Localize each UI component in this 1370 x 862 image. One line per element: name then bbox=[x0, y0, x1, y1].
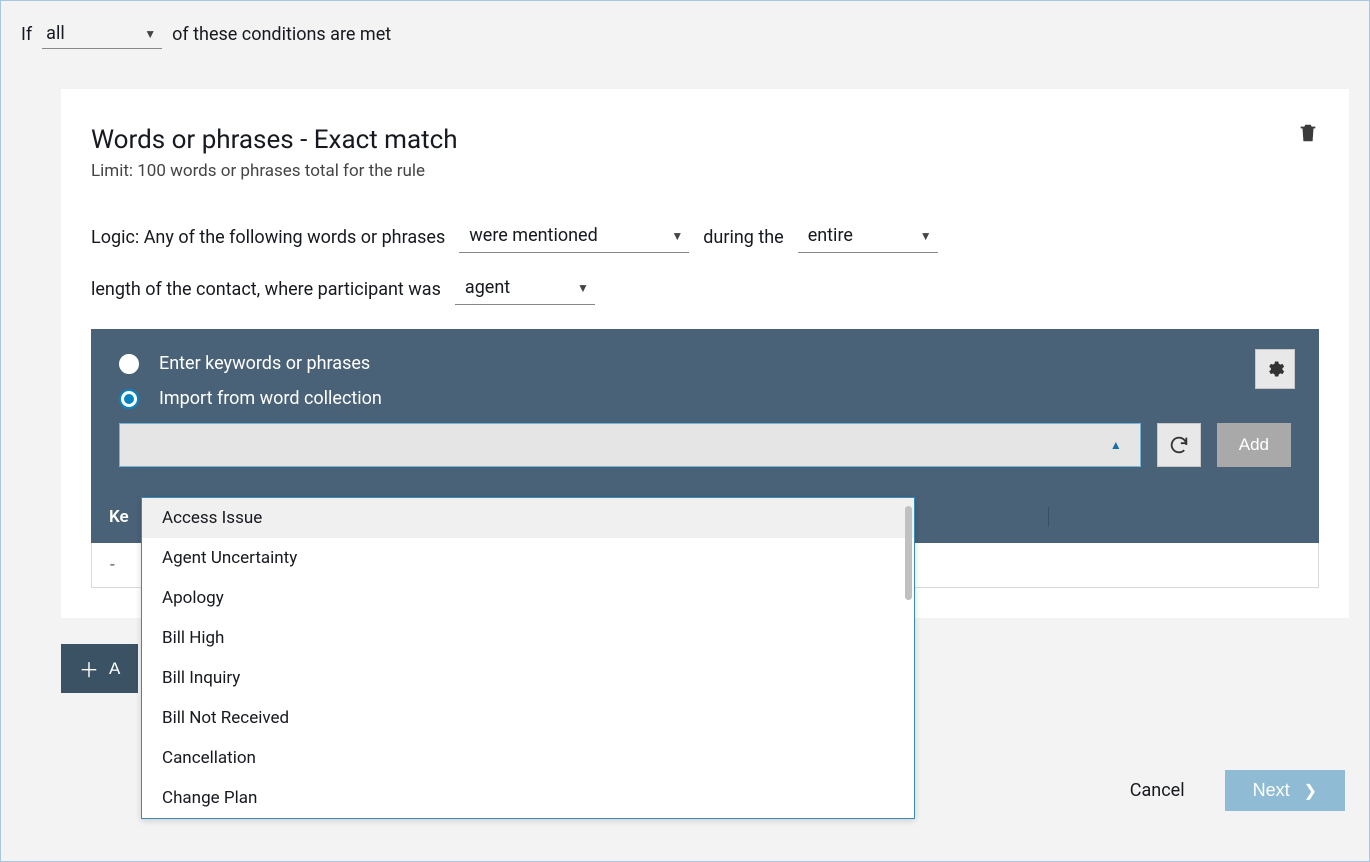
during-text: during the bbox=[703, 227, 783, 248]
refresh-button[interactable] bbox=[1157, 423, 1201, 467]
card-title: Words or phrases - Exact match bbox=[91, 125, 1319, 155]
add-condition-button[interactable]: ＋ A bbox=[61, 644, 138, 693]
radio-import-row[interactable]: Import from word collection bbox=[119, 388, 1291, 409]
collection-combobox[interactable]: ▲ bbox=[119, 423, 1141, 467]
condition-suffix: of these conditions are met bbox=[172, 24, 391, 45]
radio-import[interactable] bbox=[119, 389, 139, 409]
radio-enter-label: Enter keywords or phrases bbox=[159, 353, 370, 374]
condition-quantifier-select[interactable]: all ▼ bbox=[42, 19, 162, 49]
table-empty-cell: - bbox=[110, 555, 115, 575]
refresh-icon bbox=[1168, 434, 1190, 456]
trash-icon bbox=[1297, 119, 1319, 147]
collection-dropdown: Access Issue Agent Uncertainty Apology B… bbox=[141, 497, 915, 819]
chevron-up-icon: ▲ bbox=[1110, 438, 1122, 452]
dropdown-item[interactable]: Bill High bbox=[142, 618, 914, 658]
radio-enter-row[interactable]: Enter keywords or phrases bbox=[119, 353, 1291, 374]
condition-quantifier-value: all bbox=[46, 23, 65, 44]
collection-input-row: ▲ Add bbox=[119, 423, 1291, 467]
duration-select-value: entire bbox=[808, 225, 853, 246]
cancel-button[interactable]: Cancel bbox=[1130, 780, 1185, 801]
plus-icon: ＋ bbox=[79, 654, 99, 683]
footer-actions: Cancel Next ❯ bbox=[1130, 770, 1345, 811]
length-text: length of the contact, where participant… bbox=[91, 279, 441, 300]
next-button[interactable]: Next ❯ bbox=[1225, 770, 1345, 811]
condition-prefix: If bbox=[21, 24, 32, 45]
dropdown-item[interactable]: Apology bbox=[142, 578, 914, 618]
chevron-down-icon: ▼ bbox=[144, 27, 156, 41]
participant-select-value: agent bbox=[465, 277, 510, 298]
add-button[interactable]: Add bbox=[1217, 423, 1291, 467]
radio-import-label: Import from word collection bbox=[159, 388, 382, 409]
delete-rule-button[interactable] bbox=[1297, 119, 1319, 151]
dropdown-item[interactable]: Bill Inquiry bbox=[142, 658, 914, 698]
radio-enter[interactable] bbox=[119, 354, 139, 374]
duration-select[interactable]: entire ▼ bbox=[798, 221, 938, 253]
scrollbar-thumb[interactable] bbox=[905, 506, 912, 600]
next-button-label: Next bbox=[1253, 780, 1290, 801]
add-button-label: Add bbox=[1239, 435, 1269, 455]
dropdown-item[interactable]: Agent Uncertainty bbox=[142, 538, 914, 578]
settings-button[interactable] bbox=[1255, 349, 1295, 389]
dropdown-item[interactable]: Access Issue bbox=[142, 498, 914, 538]
chevron-down-icon: ▼ bbox=[577, 281, 589, 295]
mentioned-select[interactable]: were mentioned ▼ bbox=[459, 221, 689, 253]
logic-row-1: Logic: Any of the following words or phr… bbox=[91, 221, 1319, 253]
mentioned-select-value: were mentioned bbox=[469, 225, 597, 246]
chevron-down-icon: ▼ bbox=[671, 229, 683, 243]
logic-prefix: Logic: Any of the following words or phr… bbox=[91, 227, 445, 248]
add-condition-label: A bbox=[109, 659, 120, 679]
dropdown-item[interactable]: Cancellation bbox=[142, 738, 914, 778]
card-subtitle: Limit: 100 words or phrases total for th… bbox=[91, 161, 1319, 181]
participant-select[interactable]: agent ▼ bbox=[455, 273, 595, 305]
chevron-down-icon: ▼ bbox=[920, 229, 932, 243]
gear-icon bbox=[1265, 359, 1285, 379]
chevron-right-icon: ❯ bbox=[1304, 781, 1317, 801]
dropdown-item[interactable]: Change Plan bbox=[142, 778, 914, 818]
condition-line: If all ▼ of these conditions are met bbox=[21, 19, 1349, 49]
dropdown-item[interactable]: Bill Not Received bbox=[142, 698, 914, 738]
keywords-panel: Enter keywords or phrases Import from wo… bbox=[91, 329, 1319, 491]
logic-row-2: length of the contact, where participant… bbox=[91, 273, 1319, 305]
